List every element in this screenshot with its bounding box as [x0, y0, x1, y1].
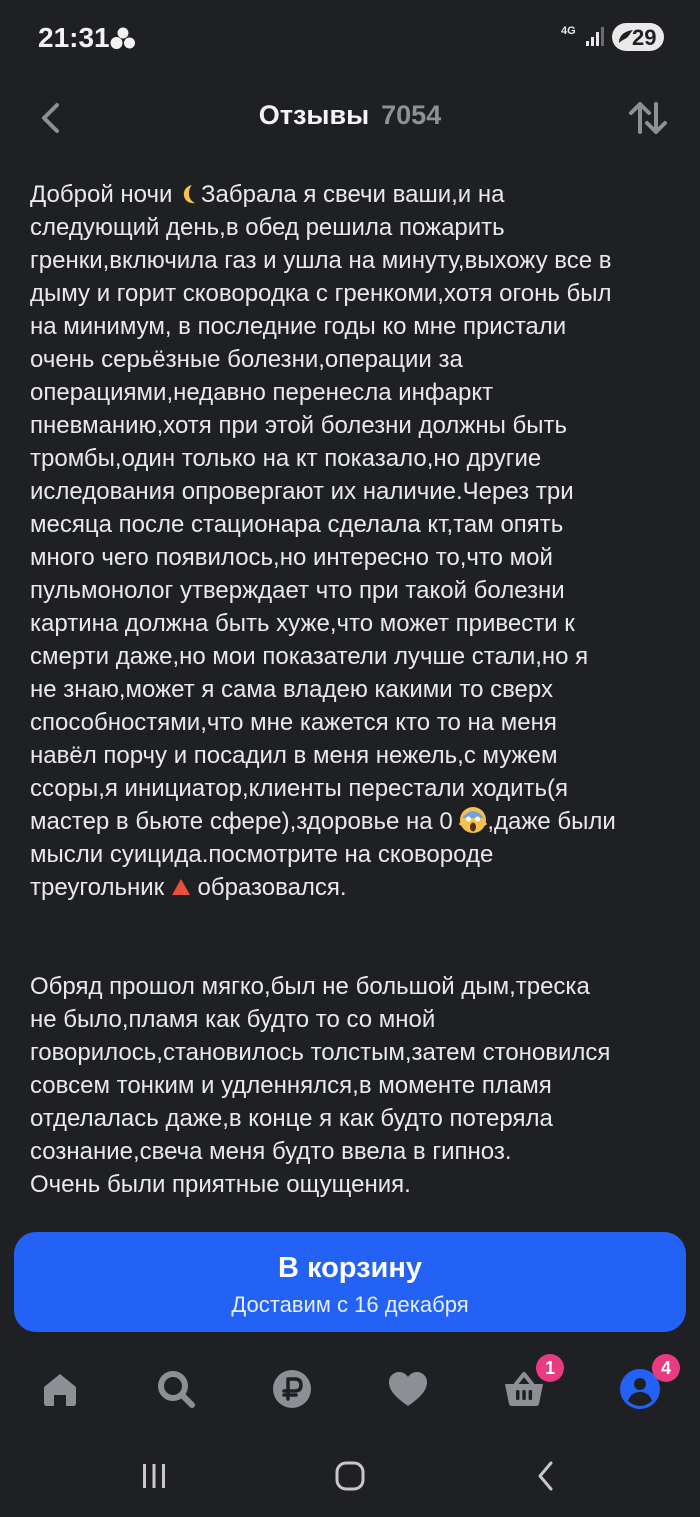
sort-arrows-icon: [629, 102, 667, 134]
scream-face-icon: [459, 807, 488, 833]
battery-indicator: 29: [612, 23, 664, 51]
nav-favorites[interactable]: [378, 1364, 438, 1414]
add-to-cart-button[interactable]: В корзину Доставим с 16 декабря: [14, 1232, 686, 1332]
recent-apps-icon: [143, 1464, 165, 1488]
search-icon: [158, 1371, 195, 1408]
profile-badge: 4: [652, 1354, 680, 1382]
signal-icon: [586, 27, 604, 46]
home-square-icon: [335, 1461, 365, 1491]
battery-level: 29: [632, 25, 657, 50]
delivery-date-label: Доставим с 16 декабря: [231, 1292, 469, 1317]
page-title-text: Отзывы: [258, 100, 370, 130]
cart-badge: 1: [536, 1354, 564, 1382]
chevron-left-icon: [538, 1461, 553, 1491]
top-bar: Отзывы 7054: [0, 86, 700, 150]
ruble-icon: [273, 1370, 311, 1408]
recent-apps-button[interactable]: [124, 1456, 184, 1496]
nav-cart[interactable]: 1: [494, 1354, 564, 1414]
review-paragraph-2: Обряд прошол мягко,был не большой дым,тр…: [30, 973, 611, 1198]
nav-search[interactable]: [146, 1364, 206, 1414]
sort-button[interactable]: [624, 96, 672, 140]
system-back-button[interactable]: [516, 1456, 576, 1496]
status-bar: 21:31 4G 29: [0, 0, 700, 76]
nav-payment[interactable]: [262, 1364, 322, 1414]
heart-icon: [389, 1372, 427, 1406]
page-title: Отзывы 7054: [0, 100, 700, 131]
network-type-label: 4G: [561, 25, 576, 37]
home-system-button[interactable]: [320, 1456, 380, 1496]
nav-profile[interactable]: 4: [610, 1354, 680, 1414]
red-triangle-icon: [171, 879, 190, 895]
review-text: Доброй ночи Забрала я свечи ваши,и на сл…: [30, 178, 680, 1201]
add-to-cart-label: В корзину: [277, 1252, 423, 1284]
home-icon: [44, 1374, 76, 1406]
app-notification-icon: [110, 27, 135, 49]
bottom-nav: 1 4: [0, 1350, 700, 1422]
system-nav-bar: [0, 1440, 700, 1517]
review-paragraph-1: Доброй ночи Забрала я свечи ваши,и на сл…: [30, 181, 616, 901]
crescent-moon-icon: [183, 185, 196, 204]
reviews-count: 7054: [381, 100, 442, 130]
nav-home[interactable]: [30, 1364, 90, 1414]
status-time: 21:31: [38, 22, 110, 53]
